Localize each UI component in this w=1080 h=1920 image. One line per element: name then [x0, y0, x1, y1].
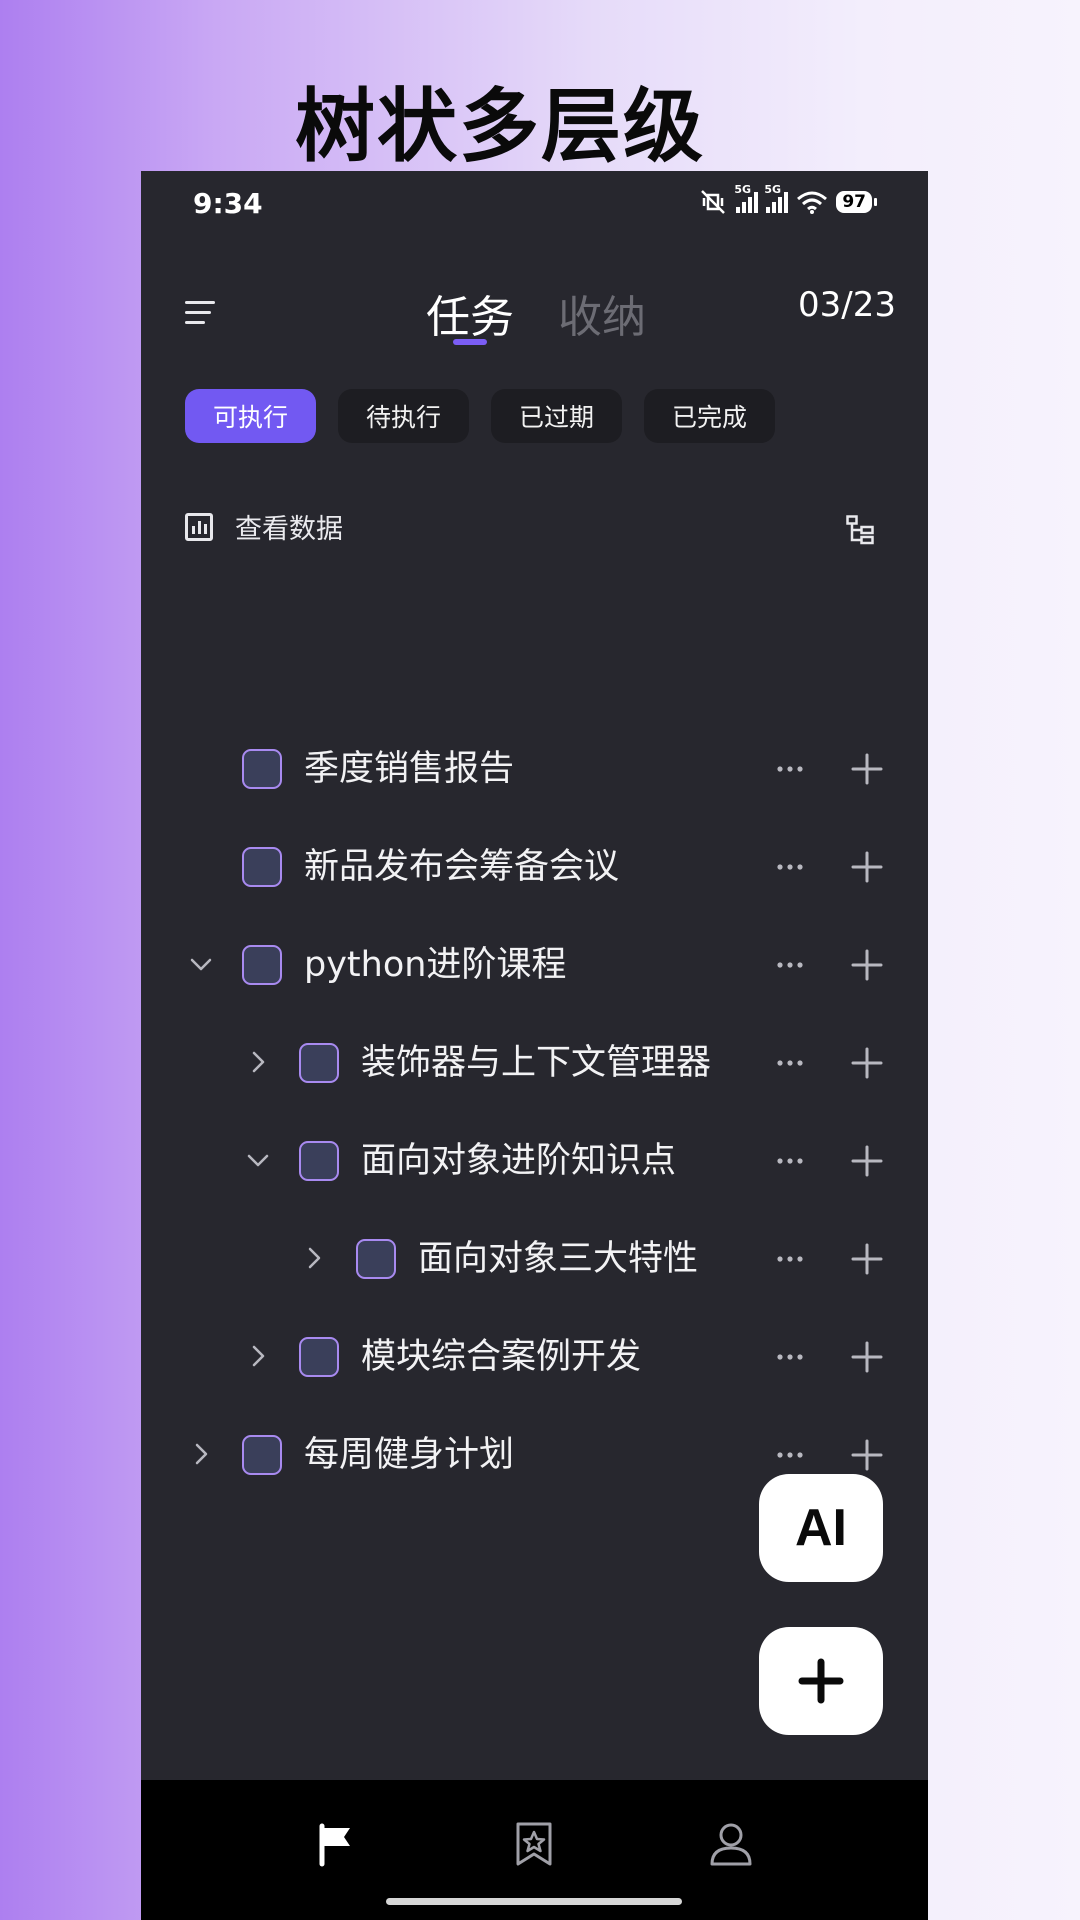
view-data-label: 查看数据 [235, 514, 343, 545]
chevron-right-icon[interactable] [244, 1342, 272, 1370]
more-icon[interactable] [773, 1438, 807, 1472]
task-checkbox[interactable] [299, 1337, 339, 1377]
task-row[interactable]: 面向对象三大特性 [141, 1210, 928, 1308]
add-subtask-icon[interactable] [850, 1144, 884, 1178]
task-checkbox[interactable] [299, 1043, 339, 1083]
task-row[interactable]: 新品发布会筹备会议 [141, 818, 928, 916]
task-checkbox[interactable] [299, 1141, 339, 1181]
tree-view-icon[interactable] [846, 515, 874, 545]
filter-overdue[interactable]: 已过期 [491, 389, 623, 443]
chevron-down-icon[interactable] [244, 1146, 272, 1174]
menu-icon[interactable] [185, 299, 217, 327]
task-checkbox[interactable] [356, 1239, 396, 1279]
task-row[interactable]: 装饰器与上下文管理器 [141, 1014, 928, 1112]
task-title: 面向对象三大特性 [418, 1239, 699, 1279]
bookmark-star-icon[interactable] [510, 1820, 558, 1868]
phone-screen: 9:34 5G 5G 97 任务 收纳 03/23 可执行 待执行 已过期 已完… [141, 171, 928, 1920]
task-row[interactable]: 面向对象进阶知识点 [141, 1112, 928, 1210]
status-bar: 9:34 5G 5G 97 [141, 171, 928, 243]
task-title: 季度销售报告 [304, 749, 515, 789]
task-title: 装饰器与上下文管理器 [361, 1043, 712, 1083]
tab-tasks[interactable]: 任务 [426, 281, 514, 345]
task-checkbox[interactable] [242, 1435, 282, 1475]
task-title: 面向对象进阶知识点 [361, 1141, 677, 1181]
task-title: python进阶课程 [304, 945, 567, 985]
chevron-down-icon[interactable] [187, 950, 215, 978]
task-row[interactable]: 模块综合案例开发 [141, 1308, 928, 1406]
flag-icon[interactable] [312, 1820, 360, 1868]
status-time: 9:34 [193, 187, 263, 220]
filter-pending[interactable]: 待执行 [338, 389, 470, 443]
task-checkbox[interactable] [242, 749, 282, 789]
task-title: 模块综合案例开发 [361, 1337, 642, 1377]
profile-icon[interactable] [707, 1820, 755, 1868]
chevron-right-icon[interactable] [300, 1244, 328, 1272]
wifi-icon [797, 191, 828, 214]
date-label[interactable]: 03/23 [798, 285, 896, 325]
active-tab-indicator [453, 339, 487, 345]
add-subtask-icon[interactable] [850, 1438, 884, 1472]
chevron-right-icon[interactable] [244, 1048, 272, 1076]
signal-icon-2: 5G [764, 183, 789, 213]
chevron-right-icon[interactable] [187, 1440, 215, 1468]
more-icon[interactable] [773, 948, 807, 982]
filter-completed[interactable]: 已完成 [644, 389, 776, 443]
view-data-link[interactable]: 查看数据 [185, 507, 343, 546]
bar-chart-icon [185, 512, 213, 541]
more-icon[interactable] [773, 1046, 807, 1080]
add-subtask-icon[interactable] [850, 948, 884, 982]
more-icon[interactable] [773, 850, 807, 884]
more-icon[interactable] [773, 1340, 807, 1374]
filter-chips: 可执行 待执行 已过期 已完成 [185, 389, 776, 443]
filter-executable[interactable]: 可执行 [185, 389, 317, 443]
signal-2-label: 5G [764, 183, 782, 196]
battery-indicator: 97 [836, 191, 877, 213]
more-icon[interactable] [773, 1144, 807, 1178]
signal-1-label: 5G [734, 183, 752, 196]
add-subtask-icon[interactable] [850, 752, 884, 786]
promo-title: 树状多层级 [295, 80, 705, 173]
add-subtask-icon[interactable] [850, 1046, 884, 1080]
home-indicator[interactable] [386, 1898, 682, 1905]
plus-icon [798, 1658, 844, 1704]
status-icons: 5G 5G 97 [698, 183, 877, 215]
more-icon[interactable] [773, 752, 807, 786]
ai-button[interactable]: AI [759, 1474, 883, 1582]
task-checkbox[interactable] [242, 945, 282, 985]
add-subtask-icon[interactable] [850, 1242, 884, 1276]
add-subtask-icon[interactable] [850, 1340, 884, 1374]
task-title: 每周健身计划 [304, 1435, 515, 1475]
signal-icon-1: 5G [734, 183, 759, 213]
task-row[interactable]: 季度销售报告 [141, 720, 928, 818]
task-checkbox[interactable] [242, 847, 282, 887]
task-title: 新品发布会筹备会议 [304, 847, 620, 887]
more-icon[interactable] [773, 1242, 807, 1276]
add-subtask-icon[interactable] [850, 850, 884, 884]
add-task-button[interactable] [759, 1627, 883, 1735]
mute-vibrate-icon [701, 190, 726, 214]
task-row[interactable]: python进阶课程 [141, 916, 928, 1014]
tab-storage[interactable]: 收纳 [558, 281, 646, 345]
